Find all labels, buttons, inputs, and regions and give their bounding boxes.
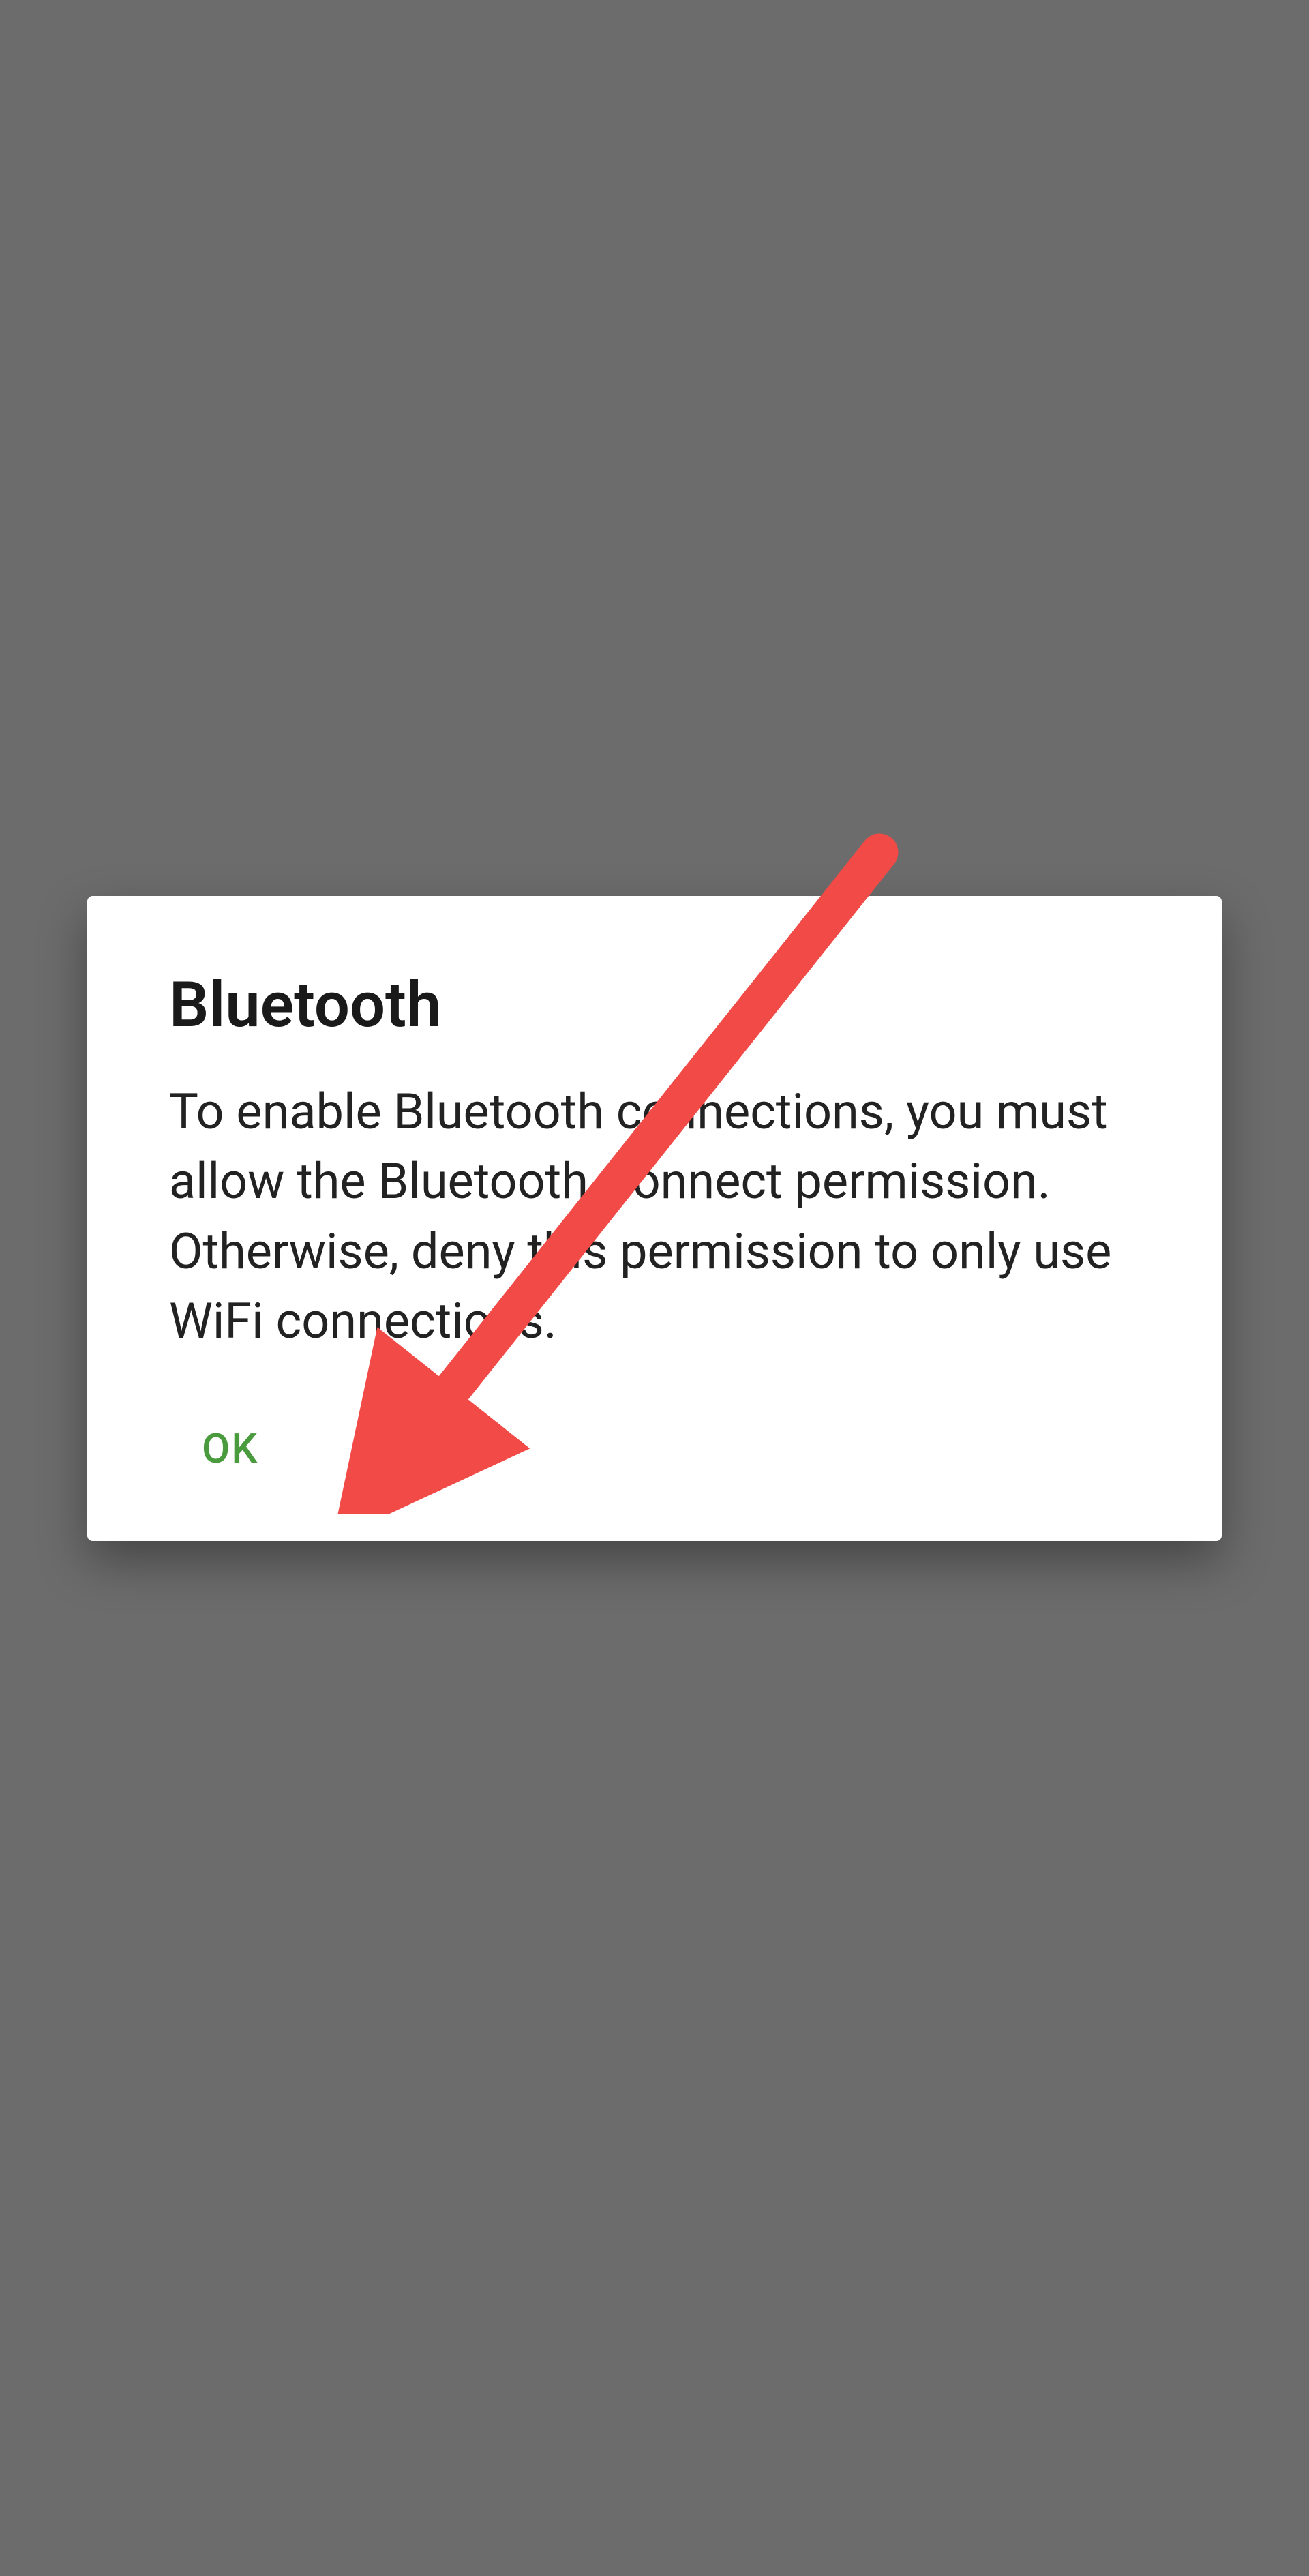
ok-button[interactable]: OK xyxy=(188,1418,272,1480)
dialog-title: Bluetooth xyxy=(169,971,1140,1040)
dialog-body-text: To enable Bluetooth connections, you mus… xyxy=(169,1077,1140,1356)
permission-dialog: Bluetooth To enable Bluetooth connection… xyxy=(87,896,1222,1541)
dialog-actions: OK xyxy=(169,1418,1140,1480)
